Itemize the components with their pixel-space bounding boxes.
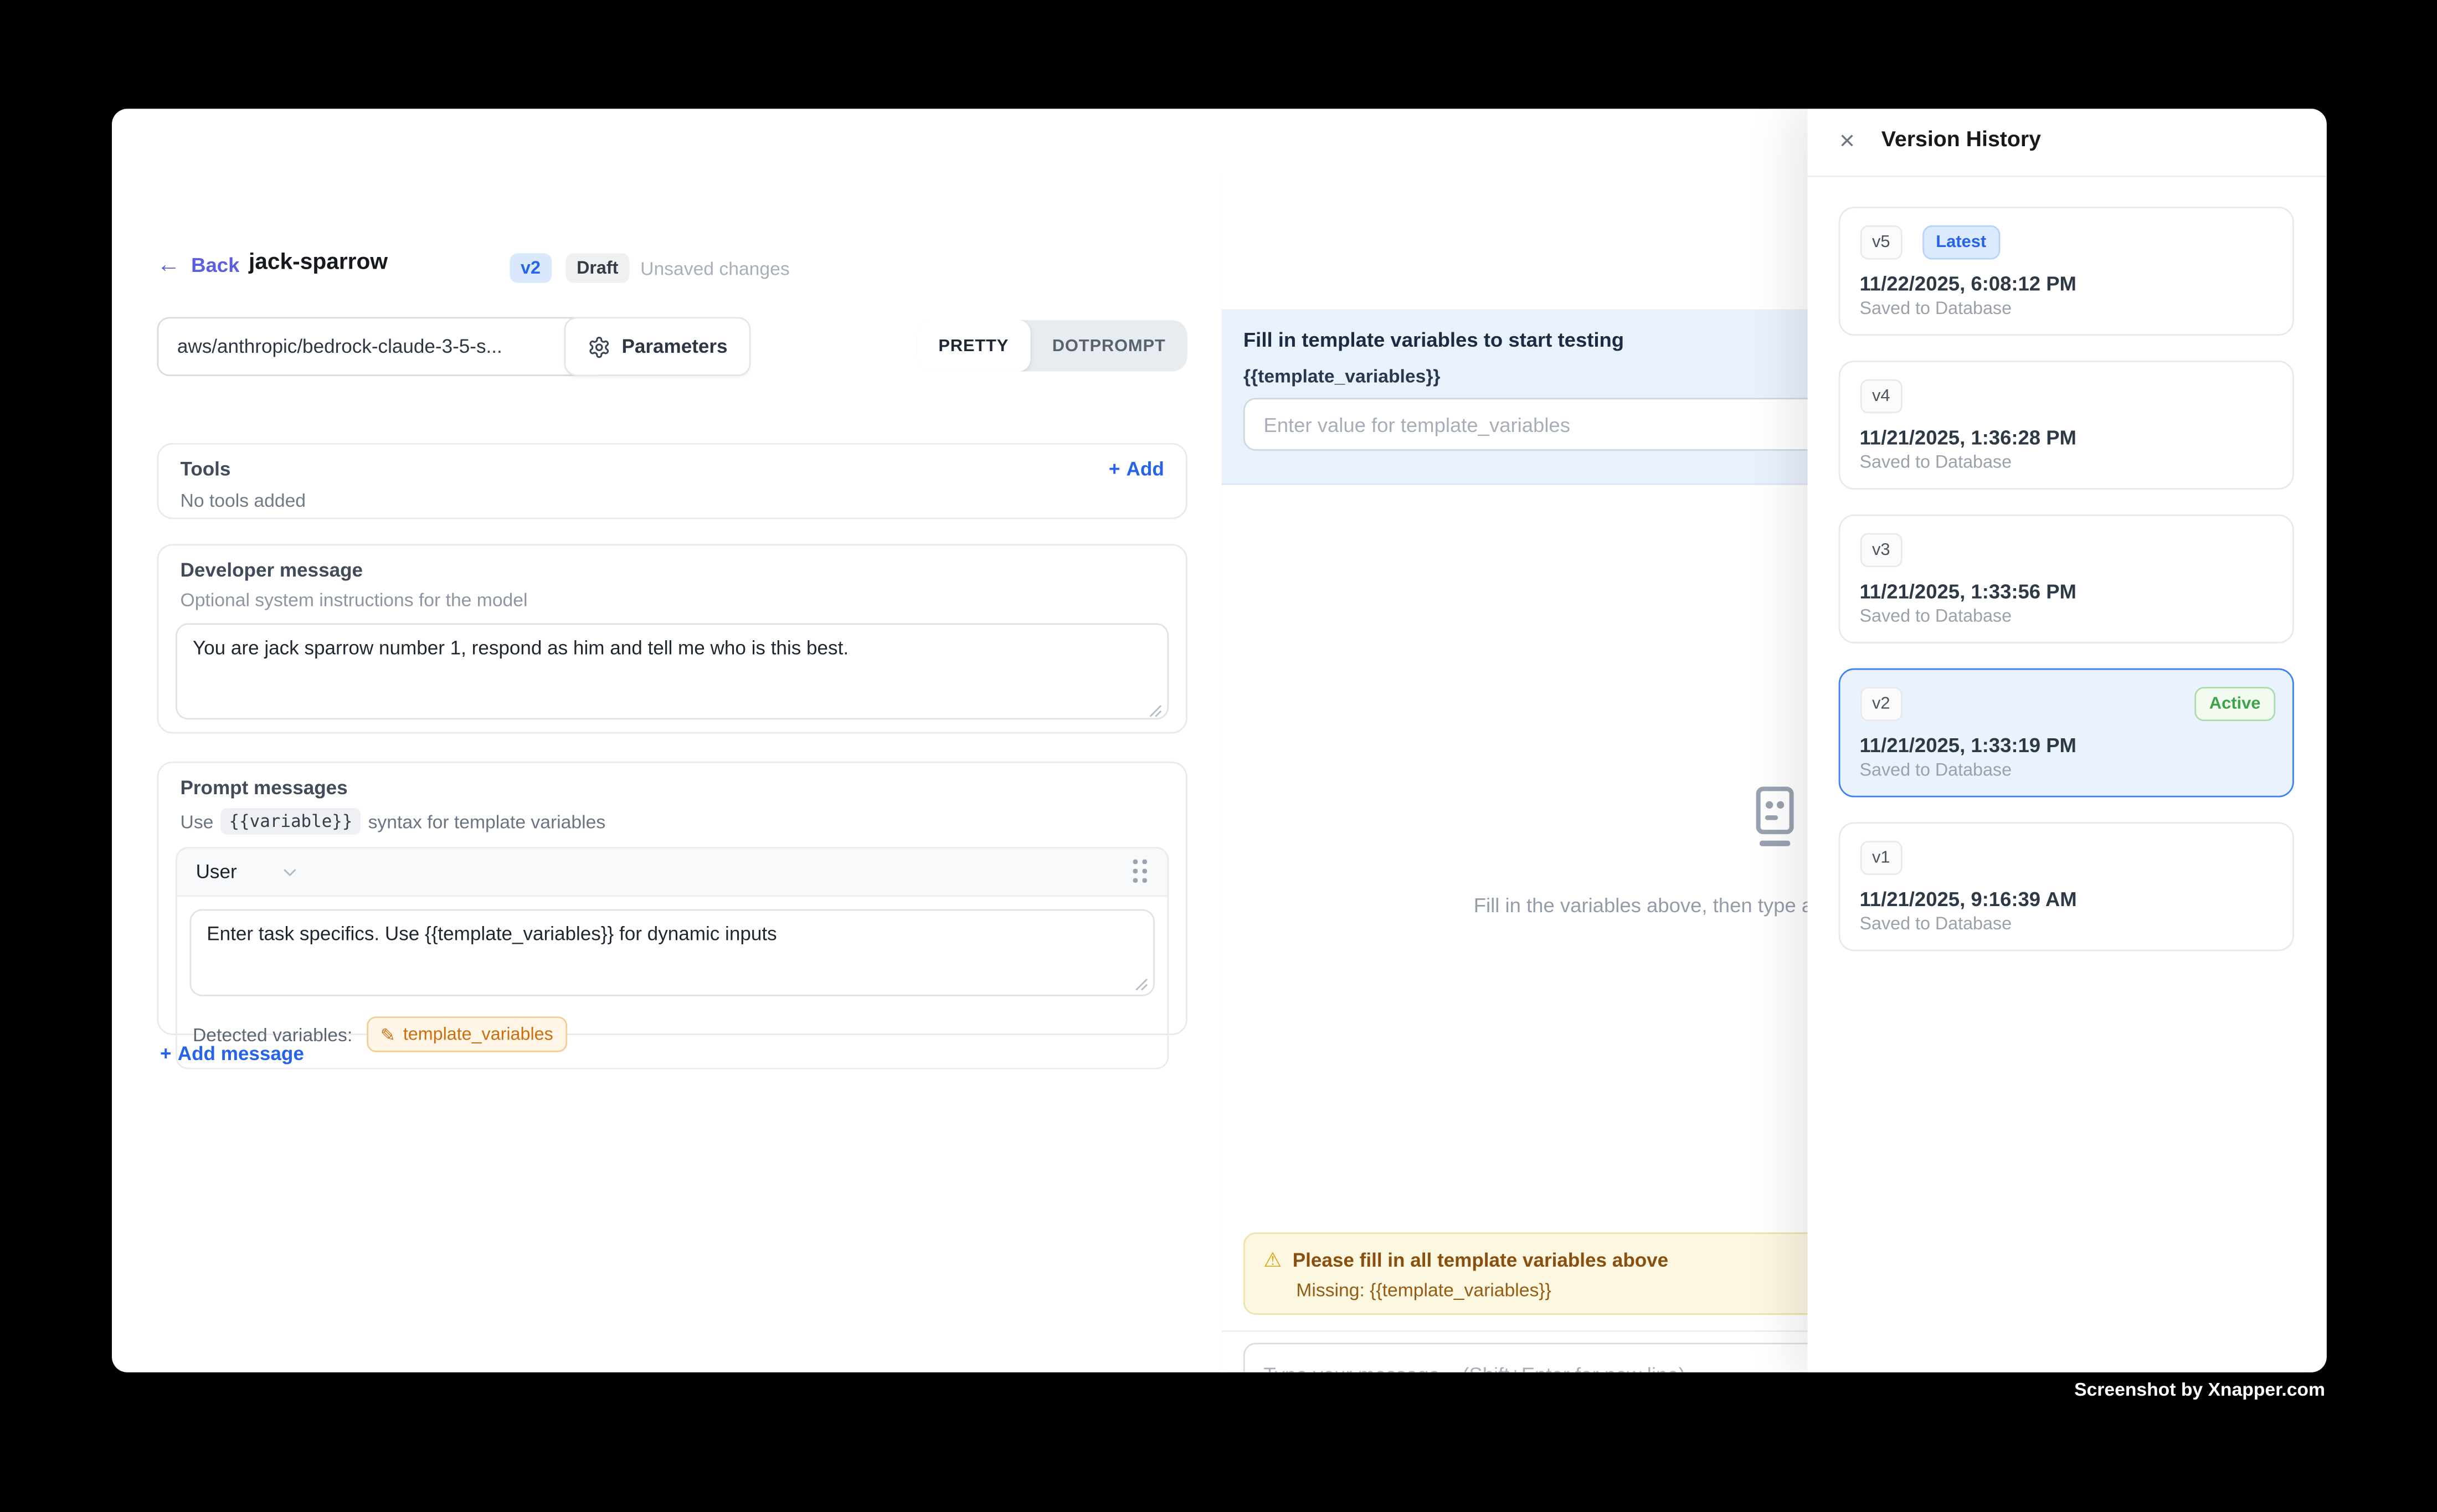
detected-variable-chip[interactable]: ✎ template_variables <box>366 1016 567 1052</box>
warning-icon: ⚠ <box>1263 1248 1282 1273</box>
version-card-v2[interactable]: v2 Active 11/21/2025, 1:33:19 PM Saved t… <box>1838 668 2293 798</box>
developer-message-title: Developer message <box>181 559 1169 581</box>
hint-prefix: Use <box>181 810 214 832</box>
model-select[interactable]: aws/anthropic/bedrock-claude-3-5-s... <box>157 317 612 376</box>
version-number-badge: v1 <box>1860 841 1903 875</box>
developer-message-card: Developer message Optional system instru… <box>157 544 1187 733</box>
message-header: User <box>177 848 1167 897</box>
version-card-v1[interactable]: v1 11/21/2025, 9:16:39 AM Saved to Datab… <box>1838 822 2293 951</box>
version-number-badge: v2 <box>1860 687 1903 721</box>
add-message-label: Add message <box>178 1043 304 1064</box>
message-textarea[interactable]: Enter task specifics. Use {{template_var… <box>189 909 1155 996</box>
tools-empty-text: No tools added <box>181 490 1164 511</box>
hint-suffix: syntax for template variables <box>368 810 606 832</box>
model-select-value: aws/anthropic/bedrock-claude-3-5-s... <box>177 336 502 357</box>
parameters-button[interactable]: Parameters <box>564 317 751 376</box>
model-toolbar: aws/anthropic/bedrock-claude-3-5-s... Pa… <box>112 317 1222 373</box>
parameters-label: Parameters <box>621 336 727 357</box>
latest-badge: Latest <box>1922 225 2000 260</box>
add-tool-button[interactable]: + Add <box>1109 459 1164 480</box>
version-date: 11/21/2025, 9:16:39 AM <box>1860 887 2272 911</box>
gear-icon <box>588 335 611 358</box>
prompt-editor-pane: ← Back jack-sparrow v2 Draft Unsaved cha… <box>112 176 1223 1372</box>
prompt-header-row: ← Back jack-sparrow v2 Draft Unsaved cha… <box>112 249 1222 289</box>
version-card-v3[interactable]: v3 11/21/2025, 1:33:56 PM Saved to Datab… <box>1838 515 2293 644</box>
detected-variables-label: Detected variables: <box>193 1024 352 1045</box>
chevron-down-icon <box>280 862 300 882</box>
tools-card: Tools + Add No tools added <box>157 443 1187 519</box>
watermark-text: Screenshot by Xnapper.com <box>2074 1379 2325 1400</box>
version-number-badge: v5 <box>1860 225 1903 260</box>
draft-badge: Draft <box>565 253 629 282</box>
plus-icon: + <box>1109 459 1120 480</box>
detected-variable-name: template_variables <box>403 1025 553 1044</box>
prompt-messages-title: Prompt messages <box>181 777 1169 799</box>
developer-message-subtitle: Optional system instructions for the mod… <box>181 589 1169 611</box>
plus-icon: + <box>160 1043 172 1064</box>
version-number-badge: v4 <box>1860 379 1903 414</box>
main-area: ← Back jack-sparrow v2 Draft Unsaved cha… <box>112 176 2327 1372</box>
message-block: User Enter task specifics. Use {{templat… <box>176 847 1169 1069</box>
version-date: 11/21/2025, 1:36:28 PM <box>1860 426 2272 449</box>
message-role-select[interactable]: User <box>196 861 301 883</box>
version-status: Saved to Database <box>1860 916 2272 934</box>
developer-message-textarea[interactable]: You are jack sparrow number 1, respond a… <box>176 623 1169 719</box>
tools-title: Tools <box>181 459 231 480</box>
warning-title-text: Please fill in all template variables ab… <box>1293 1249 1668 1271</box>
version-history-panel: × Version History v5 Latest 11/22/2025, … <box>1807 109 2327 1372</box>
variable-code-chip: {{variable}} <box>221 808 360 835</box>
back-label: Back <box>191 253 239 276</box>
detected-variables-row: Detected variables: ✎ template_variables <box>177 1004 1167 1068</box>
version-date: 11/21/2025, 1:33:19 PM <box>1860 733 2272 757</box>
page-title: jack-sparrow <box>249 250 388 275</box>
app-window: ← Back jack-sparrow v2 Draft Unsaved cha… <box>112 109 2327 1372</box>
version-number-badge: v3 <box>1860 533 1903 567</box>
format-mode-toggle: PRETTY DOTPROMPT <box>917 320 1187 372</box>
version-list: v5 Latest 11/22/2025, 6:08:12 PM Saved t… <box>1838 207 2293 976</box>
add-tool-label: Add <box>1127 459 1164 480</box>
prompt-messages-card: Prompt messages Use {{variable}} syntax … <box>157 762 1187 1035</box>
close-icon[interactable]: × <box>1839 124 1855 158</box>
mode-dotprompt-segment[interactable]: DOTPROMPT <box>1031 320 1187 372</box>
robot-icon <box>1745 786 1804 852</box>
pencil-icon: ✎ <box>381 1024 395 1045</box>
version-date: 11/21/2025, 1:33:56 PM <box>1860 580 2272 603</box>
active-badge: Active <box>2196 687 2275 721</box>
template-syntax-hint: Use {{variable}} syntax for template var… <box>181 808 1169 835</box>
version-history-header: × Version History <box>1807 109 2327 177</box>
drag-handle-icon[interactable] <box>1133 860 1149 884</box>
back-arrow-icon: ← <box>157 253 180 276</box>
add-message-button[interactable]: + Add message <box>160 1043 304 1064</box>
version-date: 11/22/2025, 6:08:12 PM <box>1860 272 2272 295</box>
version-history-title: Version History <box>1881 126 2041 151</box>
mode-pretty-segment[interactable]: PRETTY <box>917 320 1030 372</box>
version-status: Saved to Database <box>1860 454 2272 472</box>
screenshot-canvas: ← Back jack-sparrow v2 Draft Unsaved cha… <box>0 0 2437 1512</box>
message-role-value: User <box>196 861 237 883</box>
version-badge: v2 <box>510 253 551 282</box>
version-card-v5[interactable]: v5 Latest 11/22/2025, 6:08:12 PM Saved t… <box>1838 207 2293 336</box>
back-button[interactable]: ← Back <box>157 253 239 276</box>
version-status: Saved to Database <box>1860 762 2272 780</box>
version-status: Saved to Database <box>1860 300 2272 319</box>
version-card-v4[interactable]: v4 11/21/2025, 1:36:28 PM Saved to Datab… <box>1838 361 2293 490</box>
unsaved-changes-label: Unsaved changes <box>640 258 790 280</box>
version-status: Saved to Database <box>1860 608 2272 626</box>
